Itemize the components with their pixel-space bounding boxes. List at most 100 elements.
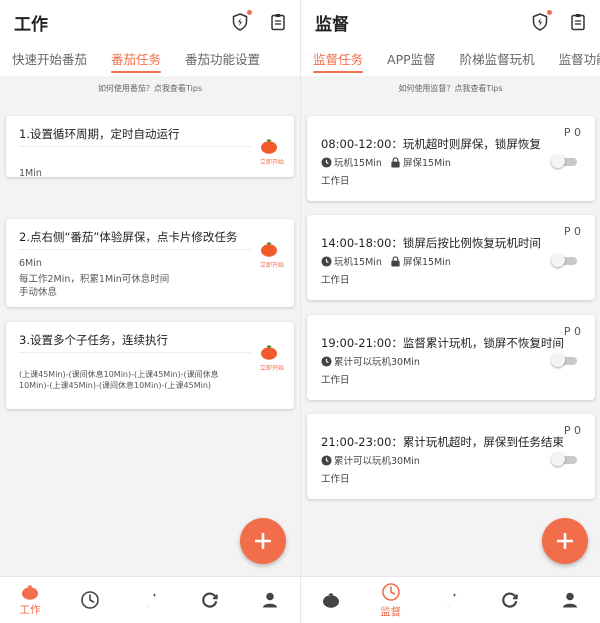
tomato-start-icon[interactable] [260, 344, 278, 360]
page-title: 工作 [14, 14, 48, 35]
clock-icon [381, 582, 400, 601]
divider [19, 146, 251, 147]
shield-lightning-icon[interactable] [530, 10, 552, 32]
clock-icon [321, 255, 332, 267]
plus-icon [255, 533, 271, 549]
supervise-task-card-4[interactable]: P 0 21:00-23:00：累计玩机超时，屏保到任务结束 累计可以玩机30M… [307, 414, 595, 499]
person-icon [263, 592, 277, 608]
tab-app-supervise[interactable]: APP监督 [387, 44, 436, 76]
schedule-day: 工作日 [321, 275, 350, 286]
start-now-label[interactable]: 立即开始 [260, 363, 284, 372]
priority-badge: P 0 [563, 325, 581, 338]
tab-step-supervise[interactable]: 阶梯监督玩机 [460, 44, 535, 76]
play-time: 累计可以玩机30Min [334, 456, 420, 467]
nav-sleep[interactable] [421, 577, 481, 623]
supervise-screen: 监督 监督任务 APP监督 阶梯监督玩机 监督功能设 如何使用监督？点我查看Ti… [300, 0, 600, 623]
task-card-1[interactable]: 1.设置循环周期，定时自动运行 1Min 立即开始 [6, 116, 294, 179]
schedule-day: 工作日 [321, 474, 350, 485]
tab-bar: 监督任务 APP监督 阶梯监督玩机 监督功能设 [301, 44, 600, 76]
add-supervise-task-button[interactable] [542, 518, 588, 564]
card-duration: 1Min [19, 168, 42, 179]
card-title: 2.点右侧“番茄”体验屏保，点卡片修改任务 [19, 230, 238, 244]
card-subtasks-line-1: (上课45Min)-(课间休息10Min)-(上课45Min)-(课间休息 [19, 370, 219, 379]
task-title: 19:00-21:00：监督累计玩机，锁屏不恢复时间 [321, 336, 564, 350]
card-title: 3.设置多个子任务，连续执行 [19, 333, 168, 347]
card-subtasks-line-2: 10Min)-(上课45Min)-(课间休息10Min)-(上课45Min) [19, 381, 212, 390]
tips-link[interactable]: 如何使用监督？点我查看Tips [301, 76, 600, 102]
nav-sleep[interactable] [120, 577, 180, 623]
tab-supervise-tasks[interactable]: 监督任务 [313, 44, 364, 76]
clipboard-icon[interactable] [568, 12, 588, 32]
lock-time: 屏保15Min [402, 257, 451, 268]
person-icon [563, 592, 578, 608]
supervise-task-card-3[interactable]: P 0 19:00-21:00：监督累计玩机，锁屏不恢复时间 累计可以玩机30M… [307, 315, 595, 400]
priority-badge: P 0 [563, 424, 581, 437]
priority-badge: P 0 [563, 126, 581, 139]
notification-dot [547, 10, 552, 15]
task-title: 21:00-23:00：累计玩机超时，屏保到任务结束 [321, 435, 564, 449]
task-toggle[interactable] [551, 253, 579, 267]
task-card-2[interactable]: 2.点右侧“番茄”体验屏保，点卡片修改任务 6Min 每工作2Min，积累1Mi… [6, 219, 294, 307]
lock-time: 屏保15Min [402, 158, 451, 169]
moon-icon [444, 593, 457, 607]
task-toggle[interactable] [551, 353, 579, 367]
task-title: 14:00-18:00：锁屏后按比例恢复玩机时间 [321, 236, 541, 250]
supervise-task-card-1[interactable]: P 0 08:00-12:00：玩机超时则屏保，锁屏恢复 玩机15Min 屏保1… [307, 116, 595, 201]
bottom-nav: 工作 [0, 576, 300, 623]
supervise-task-card-2[interactable]: P 0 14:00-18:00：锁屏后按比例恢复玩机时间 玩机15Min 屏保1… [307, 215, 595, 300]
card-detail: 每工作2Min，积累1Min可休息时间 [19, 274, 170, 285]
nav-label: 工作 [19, 603, 41, 616]
play-time: 玩机15Min [334, 158, 382, 169]
card-duration: 6Min [19, 258, 42, 269]
tomato-start-icon[interactable] [260, 138, 278, 154]
start-now-label[interactable]: 立即开始 [260, 260, 284, 269]
add-task-button[interactable] [240, 518, 286, 564]
moon-icon [143, 593, 157, 607]
tab-quick-start[interactable]: 快速开始番茄 [12, 44, 87, 76]
clock-icon [321, 156, 332, 168]
nav-sync[interactable] [480, 577, 540, 623]
clock-icon [321, 355, 332, 367]
tomato-start-icon[interactable] [260, 241, 278, 257]
nav-supervise[interactable]: 监督 [361, 577, 421, 623]
lock-icon [391, 156, 400, 168]
tab-tomato-tasks[interactable]: 番茄任务 [111, 44, 162, 76]
nav-sync[interactable] [180, 577, 240, 623]
tomato-icon [322, 593, 339, 608]
task-card-3[interactable]: 3.设置多个子任务，连续执行 (上课45Min)-(课间休息10Min)-(上课… [6, 322, 294, 409]
clock-icon [81, 591, 99, 609]
nav-work[interactable]: 工作 [0, 577, 60, 623]
refresh-icon [202, 592, 218, 608]
app-bar: 监督 [301, 0, 600, 44]
task-toggle[interactable] [551, 154, 579, 168]
notification-dot [247, 10, 252, 15]
task-toggle[interactable] [551, 452, 579, 466]
tab-bar: 快速开始番茄 番茄任务 番茄功能设置 [0, 44, 300, 76]
plus-icon [557, 533, 573, 549]
lock-icon [391, 255, 400, 267]
schedule-day: 工作日 [321, 375, 350, 386]
clock-icon [321, 454, 332, 466]
work-screen: 工作 快速开始番茄 番茄任务 番茄功能设置 如何使用番茄？点我查看Tips 1.… [0, 0, 300, 623]
nav-profile[interactable] [240, 577, 300, 623]
play-time: 累计可以玩机30Min [334, 357, 420, 368]
tab-supervise-settings[interactable]: 监督功能设 [559, 44, 600, 76]
card-rest-mode: 手动休息 [19, 287, 58, 298]
schedule-day: 工作日 [321, 176, 350, 187]
card-title: 1.设置循环周期，定时自动运行 [19, 127, 180, 141]
tab-tomato-settings[interactable]: 番茄功能设置 [185, 44, 260, 76]
clipboard-icon[interactable] [268, 12, 288, 32]
priority-badge: P 0 [563, 225, 581, 238]
nav-profile[interactable] [540, 577, 600, 623]
tips-link[interactable]: 如何使用番茄？点我查看Tips [0, 76, 300, 102]
refresh-icon [502, 592, 518, 608]
nav-clock[interactable] [60, 577, 120, 623]
nav-work[interactable] [301, 577, 361, 623]
shield-lightning-icon[interactable] [230, 10, 252, 32]
tomato-icon [22, 584, 38, 600]
task-title: 08:00-12:00：玩机超时则屏保，锁屏恢复 [321, 137, 541, 151]
bottom-nav: 监督 [301, 576, 600, 623]
nav-label: 监督 [380, 605, 402, 618]
start-now-label[interactable]: 立即开始 [260, 157, 284, 166]
divider [19, 352, 251, 353]
